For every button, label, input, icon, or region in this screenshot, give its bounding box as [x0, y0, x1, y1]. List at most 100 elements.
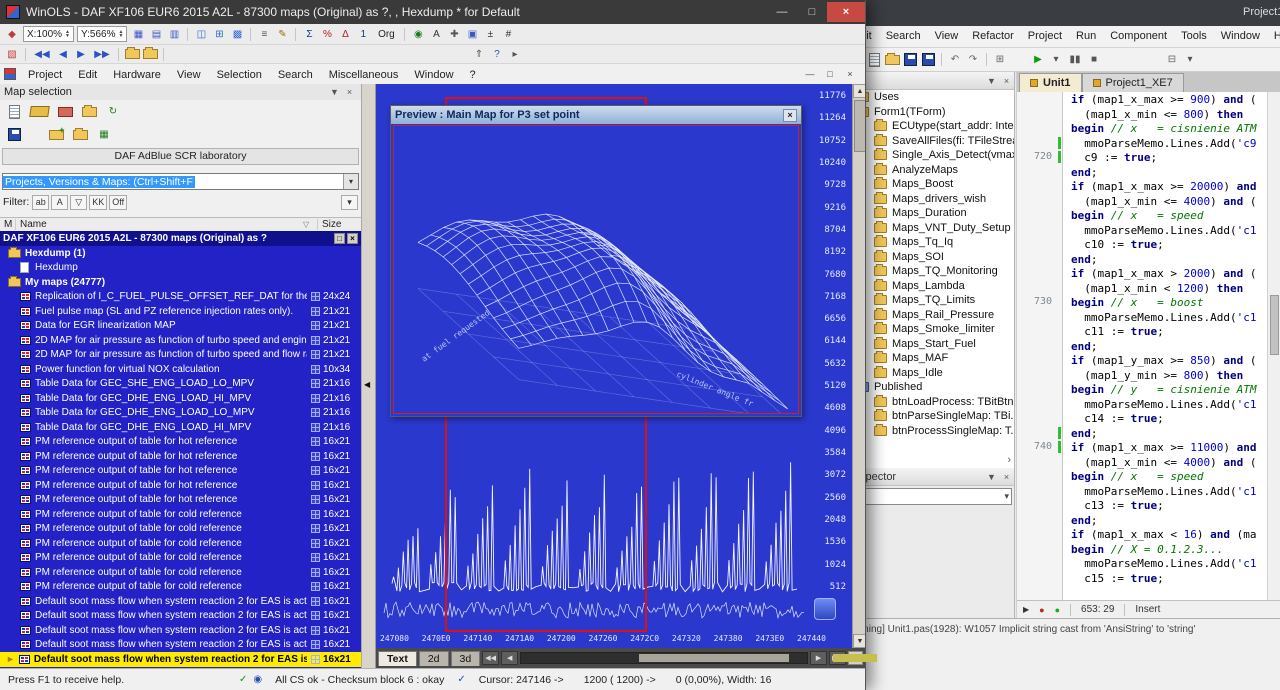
map-row[interactable]: Default soot mass flow when system react…	[0, 609, 361, 624]
redo-icon[interactable]: ↷	[965, 52, 981, 67]
grid-green-icon[interactable]: ▦	[96, 127, 112, 142]
run-dropdown-icon[interactable]: ▾	[1048, 52, 1064, 67]
map-row[interactable]: Data for EGR linearization MAP21x21	[0, 319, 361, 334]
menu-item-project[interactable]: Project	[20, 67, 70, 83]
mdi-restore-icon[interactable]: □	[823, 69, 837, 79]
menu-item-help[interactable]: Help	[1267, 27, 1280, 45]
maps-tree[interactable]: DAF XF106 EUR6 2015 A2L - 87300 maps (Or…	[0, 231, 361, 668]
menu-item-search[interactable]: Search	[270, 67, 321, 83]
ide-titlebar[interactable]: Project1_XE7	[810, 0, 1280, 26]
new-map-icon[interactable]	[6, 104, 22, 119]
map-row[interactable]: 2D MAP for air pressure as function of t…	[0, 348, 361, 363]
tree-folder-row[interactable]: My maps (24777)	[0, 275, 361, 290]
map-row[interactable]: PM reference output of table for hot ref…	[0, 478, 361, 493]
filter-button-off[interactable]: Off	[109, 195, 127, 210]
menu-item-tools[interactable]: Tools	[1174, 27, 1214, 45]
collapse-arrow-icon[interactable]: ◀	[364, 380, 370, 389]
filter-dropdown-button[interactable]: ▾	[341, 195, 358, 210]
layout-dropdown-icon[interactable]: ▾	[1182, 52, 1198, 67]
menu-item-window[interactable]: Window	[1214, 27, 1267, 45]
record-icon[interactable]: ●	[1039, 605, 1044, 615]
column-m[interactable]: M	[0, 219, 16, 230]
table2-icon[interactable]: ⊞	[211, 27, 227, 42]
map-row[interactable]: Fuel pulse map (SL and PZ reference inje…	[0, 304, 361, 319]
menu-item-refactor[interactable]: Refactor	[965, 27, 1021, 45]
map-row[interactable]: Default soot mass flow when system react…	[0, 638, 361, 653]
menu-item--[interactable]: ?	[462, 67, 484, 83]
hex-icon[interactable]: ▧	[4, 47, 20, 62]
preview-3d-plot[interactable]: at fuel requestedcylinder angle fr	[393, 125, 799, 414]
panel-splitter[interactable]: ◀	[362, 84, 376, 668]
map-row[interactable]: PM reference output of table for cold re…	[0, 522, 361, 537]
menu-item-component[interactable]: Component	[1103, 27, 1174, 45]
preview-titlebar[interactable]: Preview : Main Map for P3 set point ×	[391, 106, 801, 124]
save-icon[interactable]	[6, 127, 22, 142]
vertical-scrollbar[interactable]: ▲ ▼	[852, 84, 865, 648]
sum-icon[interactable]: Σ	[301, 27, 317, 42]
menu-item-search[interactable]: Search	[879, 27, 928, 45]
plusminus-icon[interactable]: ±	[482, 27, 498, 42]
sort-filter-icon[interactable]: ▽	[303, 220, 317, 229]
combo-dropdown-button[interactable]: ▾	[343, 174, 358, 189]
chart-icon[interactable]: ▩	[229, 27, 245, 42]
map-row[interactable]: Table Data for GEC_SHE_ENG_LOAD_LO_MPV21…	[0, 377, 361, 392]
table-icon[interactable]: ◫	[193, 27, 209, 42]
menu-item-window[interactable]: Window	[406, 67, 461, 83]
run-icon[interactable]: ▶	[1030, 52, 1046, 67]
column-name[interactable]: Name	[16, 219, 303, 230]
laboratory-button[interactable]: DAF AdBlue SCR laboratory	[2, 148, 359, 165]
map-row[interactable]: PM reference output of table for hot ref…	[0, 493, 361, 508]
tab-unit1[interactable]: Unit1	[1019, 73, 1082, 92]
projects-versions-combo[interactable]: Projects, Versions & Maps: (Ctrl+Shift+F…	[2, 173, 359, 190]
nav-prev-icon[interactable]: ◀	[501, 651, 518, 665]
project-restore-icon[interactable]: □	[334, 233, 345, 244]
layout-icon[interactable]: ⊟	[1164, 52, 1180, 67]
map-row[interactable]: Table Data for GEC_DHE_ENG_LOAD_HI_MPV21…	[0, 420, 361, 435]
menu-item-view[interactable]: View	[169, 67, 209, 83]
scroll-down-icon[interactable]: ▼	[853, 634, 865, 648]
refresh-icon[interactable]: ↻	[105, 104, 121, 119]
view-tab-text[interactable]: Text	[378, 651, 417, 666]
font-icon[interactable]: A	[428, 27, 444, 42]
map-navigator-button[interactable]	[814, 598, 836, 620]
folder-up-icon[interactable]	[72, 127, 88, 142]
stop-icon[interactable]: ■	[1086, 52, 1102, 67]
delta-icon[interactable]: Δ	[337, 27, 353, 42]
code-editor[interactable]: 720730740 if (map1_x_max >= 900) and ( (…	[1017, 92, 1280, 600]
filter-button-▽[interactable]: ▽	[70, 195, 87, 210]
next-icon[interactable]: ▶	[73, 47, 89, 62]
scroll-up-icon[interactable]: ▲	[853, 84, 865, 98]
map-row[interactable]: PM reference output of table for cold re…	[0, 580, 361, 595]
map-row[interactable]: Default soot mass flow when system react…	[0, 623, 361, 638]
percent-icon[interactable]: %	[319, 27, 335, 42]
map-row[interactable]: Table Data for GEC_DHE_ENG_LOAD_HI_MPV21…	[0, 391, 361, 406]
project-close-icon[interactable]: ×	[347, 233, 358, 244]
structure-close-icon[interactable]: ×	[999, 74, 1014, 88]
map-row[interactable]: PM reference output of table for hot ref…	[0, 449, 361, 464]
target-icon[interactable]: ◉	[410, 27, 426, 42]
editor-vscrollbar[interactable]	[1267, 92, 1280, 600]
menu-item-hardware[interactable]: Hardware	[105, 67, 169, 83]
code-text[interactable]: if (map1_x_max >= 900) and ( (map1_x_min…	[1063, 92, 1267, 600]
pause-icon[interactable]: ▮▮	[1066, 52, 1084, 67]
menu-item-selection[interactable]: Selection	[209, 67, 270, 83]
export-folder-icon[interactable]	[81, 104, 97, 119]
up-icon[interactable]: ⇑	[471, 47, 487, 62]
box-icon[interactable]: ▣	[464, 27, 480, 42]
column-size[interactable]: Size	[317, 219, 361, 230]
folder2-icon[interactable]	[142, 47, 158, 62]
inspector-close-icon[interactable]: ×	[999, 470, 1014, 484]
first-icon[interactable]: ◀◀	[31, 47, 53, 62]
editor-vscroll-thumb[interactable]	[1270, 295, 1279, 355]
save-all-icon[interactable]	[920, 52, 936, 67]
project-header-row[interactable]: DAF XF106 EUR6 2015 A2L - 87300 maps (Or…	[0, 231, 361, 246]
vscroll-thumb[interactable]	[854, 100, 865, 152]
map-row[interactable]: Table Data for GEC_DHE_ENG_LOAD_LO_MPV21…	[0, 406, 361, 421]
save-icon[interactable]	[902, 52, 918, 67]
menu-item-view[interactable]: View	[928, 27, 966, 45]
map-row[interactable]: PM reference output of table for cold re…	[0, 551, 361, 566]
tree-folder-row[interactable]: Hexdump (1)	[0, 246, 361, 261]
map-row[interactable]: 2D MAP for air pressure as function of t…	[0, 333, 361, 348]
prev-icon[interactable]: ◀	[55, 47, 71, 62]
compiler-message[interactable]: [DCC Warning] Unit1.pas(1928): W1057 Imp…	[810, 619, 1280, 635]
